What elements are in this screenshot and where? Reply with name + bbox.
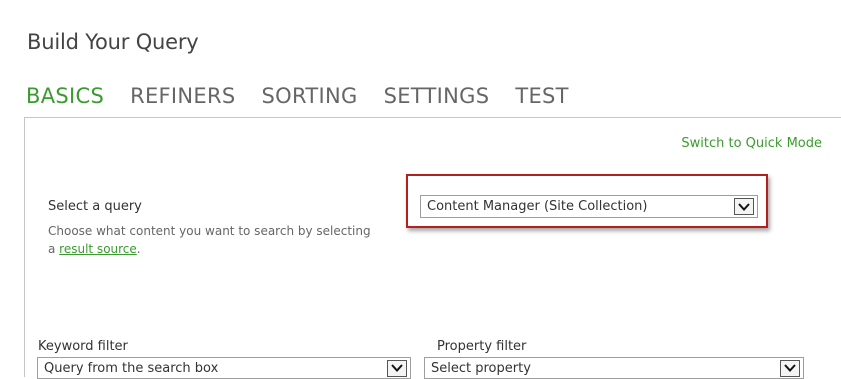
keyword-filter-label: Keyword filter (38, 339, 128, 354)
property-filter-value: Select property (431, 360, 531, 376)
tab-basics[interactable]: BASICS (26, 84, 104, 108)
select-query-description: Choose what content you want to search b… (48, 222, 378, 258)
result-source-link[interactable]: result source (59, 242, 137, 256)
page-title: Build Your Query (27, 30, 199, 54)
query-select-value: Content Manager (Site Collection) (427, 199, 648, 214)
tab-sorting[interactable]: SORTING (262, 84, 358, 108)
select-query-label: Select a query (48, 199, 142, 214)
chevron-down-icon[interactable] (387, 359, 407, 377)
tab-refiners[interactable]: REFINERS (130, 84, 235, 108)
tab-settings[interactable]: SETTINGS (384, 84, 490, 108)
property-filter-select[interactable]: Select property (424, 357, 804, 379)
switch-to-quick-mode-link[interactable]: Switch to Quick Mode (681, 136, 822, 151)
query-select[interactable]: Content Manager (Site Collection) (420, 195, 758, 218)
keyword-filter-value: Query from the search box (44, 360, 219, 376)
description-period: . (136, 242, 141, 256)
property-filter-label: Property filter (437, 339, 527, 354)
chevron-down-icon[interactable] (780, 359, 800, 377)
tab-test[interactable]: TEST (515, 84, 568, 108)
keyword-filter-select[interactable]: Query from the search box (37, 357, 411, 379)
chevron-down-icon[interactable] (734, 198, 754, 215)
tab-bar: BASICS REFINERS SORTING SETTINGS TEST (26, 84, 595, 108)
